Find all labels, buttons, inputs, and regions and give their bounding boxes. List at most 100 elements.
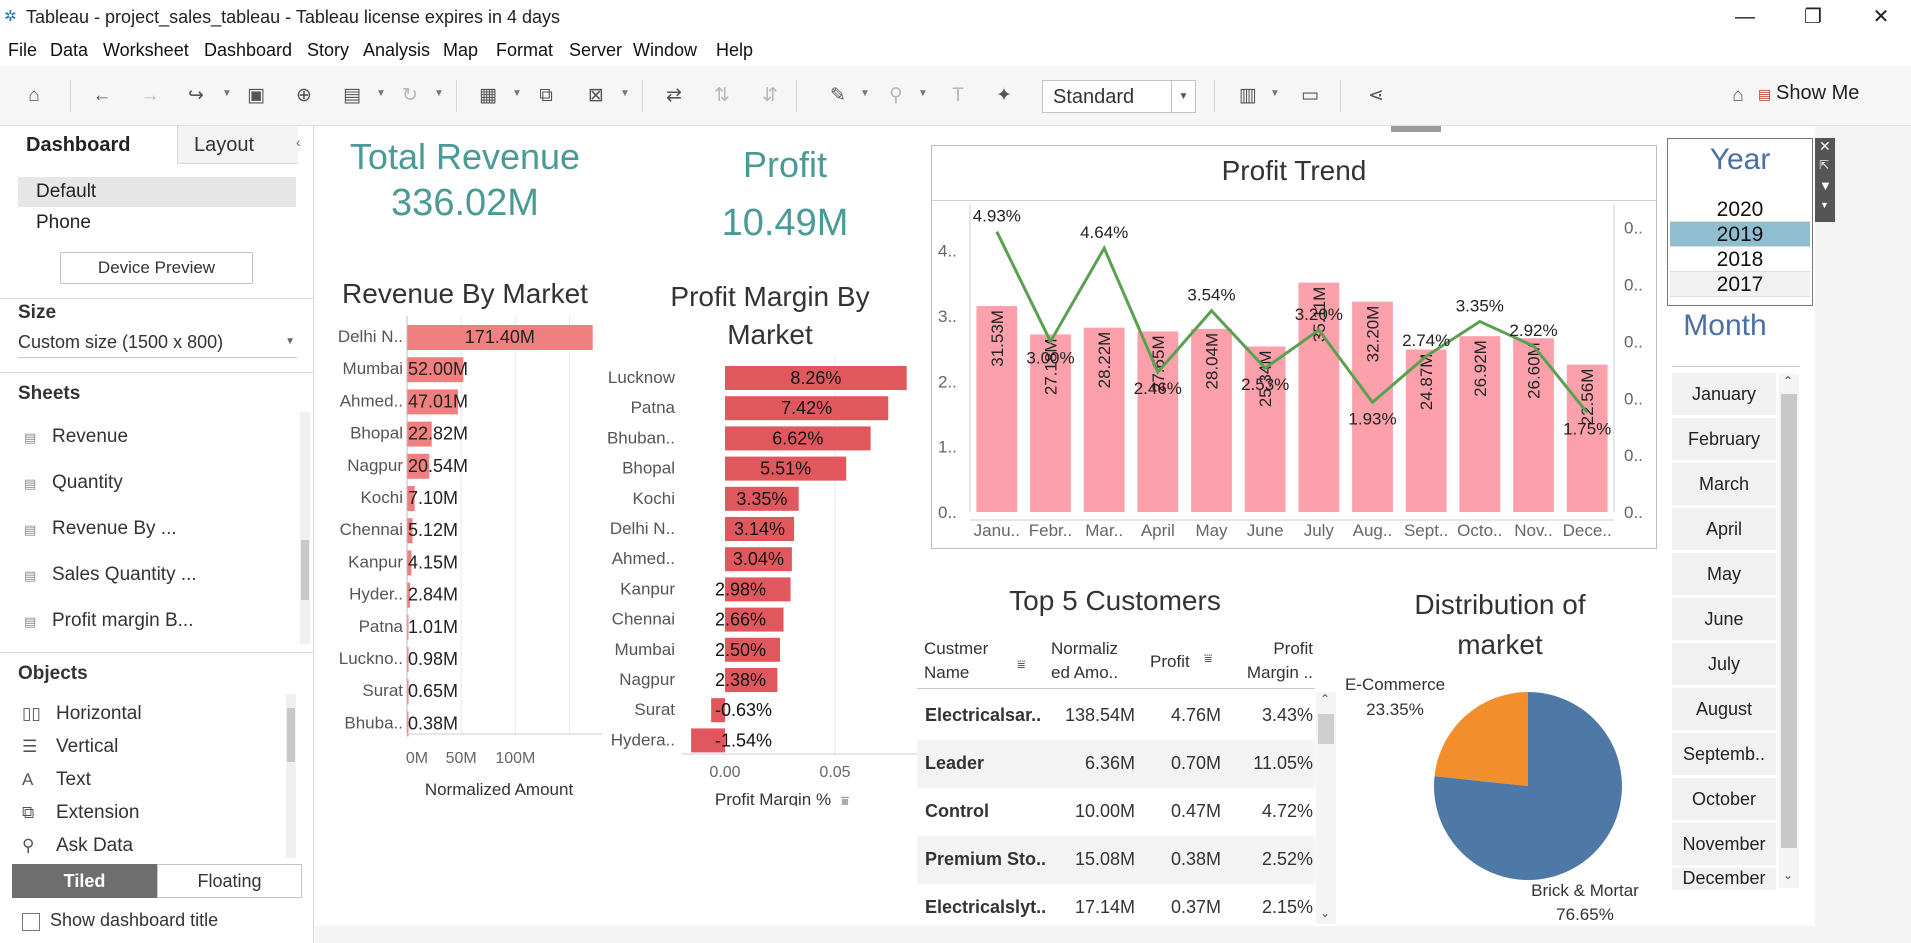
sheets-scrollbar[interactable] [300,412,310,644]
month-option[interactable]: October [1672,778,1776,820]
sort-descending-icon[interactable]: ⇵ [758,84,782,108]
redo-icon[interactable]: → [138,84,162,108]
highlight-icon[interactable]: ✎ [826,84,850,108]
scrollbar-thumb[interactable] [1781,394,1797,848]
scroll-up-icon[interactable]: ⌃ [1320,692,1330,706]
distribution-pie-chart[interactable]: E-Commerce 23.35% Brick & Mortar 76.65% [1335,666,1655,926]
show-me-icon[interactable]: ▤ [1758,86,1772,102]
sort-icon[interactable]: ⩸ [1204,650,1213,667]
chevron-down-icon[interactable]: ▼ [1270,88,1280,99]
sheet-quantity[interactable]: ▤ Quantity [24,468,123,498]
chevron-down-icon[interactable]: ▼ [918,88,928,99]
table-row[interactable]: Electricalslyt.. 17.14M 0.37M 2.15% [917,884,1315,924]
table-scrollbar[interactable]: ⌃ ⌄ [1316,692,1336,924]
scroll-down-icon[interactable]: ⌄ [1320,906,1330,920]
device-phone[interactable]: Phone [18,208,296,238]
restore-button[interactable]: ❐ [1784,2,1842,32]
object-vertical[interactable]: ☰ Vertical [22,733,118,761]
scroll-down-icon[interactable]: ⌄ [1783,868,1793,882]
menu-worksheet[interactable]: Worksheet [103,40,189,61]
new-datasource-icon[interactable]: ⊕ [292,84,316,108]
clear-sheet-icon[interactable]: ⊠ [584,84,608,108]
table-row[interactable]: Leader 6.36M 0.70M 11.05% [917,740,1315,788]
object-text[interactable]: A Text [22,766,91,794]
year-option[interactable]: 2018 [1670,247,1810,272]
fix-axes-icon[interactable]: ✦ [992,84,1016,108]
show-labels-icon[interactable]: T [946,84,970,108]
menu-analysis[interactable]: Analysis [363,40,430,61]
replay-icon[interactable]: ↪ [184,84,208,108]
table-row[interactable]: Electricalsar.. 138.54M 4.76M 3.43% [917,692,1315,740]
menu-file[interactable]: File [8,40,37,61]
year-option[interactable]: 2017 [1670,272,1810,297]
tab-dashboard[interactable]: Dashboard [0,126,178,164]
tiled-button[interactable]: Tiled [12,864,157,898]
month-option[interactable]: July [1672,643,1776,685]
chevron-down-icon[interactable]: ▼ [376,88,386,99]
sheet-profit-margin[interactable]: ▤ Profit margin B... [24,606,194,636]
close-window-button[interactable]: ✕ [1852,2,1910,32]
month-option[interactable]: June [1672,598,1776,640]
chevron-down-icon[interactable]: ▼ [620,88,630,99]
month-option[interactable]: November [1672,823,1776,865]
month-option[interactable]: May [1672,553,1776,595]
menu-server[interactable]: Server [569,40,622,61]
scrollbar-thumb[interactable] [301,540,309,600]
revenue-by-market-chart[interactable]: Delhi N.. 171.40M Mumbai 52.00M Ahmed.. 47.01… [315,316,615,796]
scrollbar-thumb[interactable] [1318,714,1334,744]
chevron-down-icon[interactable]: ▼ [222,88,232,99]
sheet-revenue[interactable]: ▤ Revenue [24,422,128,452]
undo-icon[interactable]: ← [90,84,114,108]
month-option[interactable]: December [1672,868,1776,890]
menu-format[interactable]: Format [496,40,553,61]
presentation-mode-icon[interactable]: ▭ [1298,84,1322,108]
show-me-button[interactable]: Show Me [1776,82,1859,105]
chevron-down-icon[interactable]: ▼ [512,88,522,99]
filter-icon[interactable]: ▼ [1819,178,1832,193]
format-painter-icon[interactable]: ⌂ [1726,84,1750,108]
size-select[interactable]: Custom size (1500 x 800) ▼ [18,328,297,358]
tab-layout[interactable]: Layout [178,126,298,164]
menu-story[interactable]: Story [307,40,349,61]
floating-drag-handle[interactable] [1391,126,1441,132]
new-worksheet-icon[interactable]: ▦ [476,84,500,108]
object-horizontal[interactable]: ▯▯ Horizontal [22,700,142,728]
scroll-up-icon[interactable]: ⌃ [1783,374,1793,388]
menu-help[interactable]: Help [716,40,753,61]
month-option[interactable]: April [1672,508,1776,550]
object-ask-data[interactable]: ⚲ Ask Data [22,832,133,860]
more-options-icon[interactable]: ▼ [1820,200,1829,210]
group-icon[interactable]: ⚲ [884,84,908,108]
fit-mode-select[interactable]: Standard ▼ [1042,80,1196,113]
table-row[interactable]: Control 10.00M 0.47M 4.72% [917,788,1315,836]
device-preview-button[interactable]: Device Preview [60,252,253,284]
swap-axes-icon[interactable]: ⇄ [662,84,686,108]
month-option[interactable]: August [1672,688,1776,730]
refresh-icon[interactable]: ↻ [398,84,422,108]
menu-map[interactable]: Map [443,40,478,61]
scrollbar-thumb[interactable] [287,708,295,762]
table-row[interactable]: Premium Sto.. 15.08M 0.38M 2.52% [917,836,1315,884]
month-option[interactable]: March [1672,463,1776,505]
objects-scrollbar[interactable] [286,694,296,858]
show-cards-icon[interactable]: ▥ [1236,84,1260,108]
sort-icon[interactable]: ⩸ [1017,656,1026,673]
chevron-down-icon[interactable]: ▼ [860,88,870,99]
month-option[interactable]: January [1672,373,1776,415]
sort-ascending-icon[interactable]: ⇅ [710,84,734,108]
profit-trend-chart[interactable]: 0.. 1.. 2.. 3.. 4.. 0.. 0.. 0.. 0.. 0.. 0.. 31.53M J… [932,201,1656,549]
pause-updates-icon[interactable]: ▤ [340,84,364,108]
chevron-down-icon[interactable]: ▼ [285,328,295,356]
month-option[interactable]: February [1672,418,1776,460]
profit-margin-chart[interactable]: Lucknow 8.26% Patna 7.42% Bhuban.. 6.62% Bhopa… [585,356,925,806]
month-option[interactable]: Septemb.. [1672,733,1776,775]
menu-window[interactable]: Window [633,40,697,61]
minimize-button[interactable]: — [1716,2,1774,32]
floating-button[interactable]: Floating [157,864,302,898]
collapse-pane-icon[interactable]: ‹ [296,134,301,150]
show-title-checkbox[interactable] [22,913,40,931]
menu-data[interactable]: Data [50,40,88,61]
chevron-down-icon[interactable]: ▼ [1171,81,1195,112]
device-default[interactable]: Default [18,177,296,207]
duplicate-icon[interactable]: ⧉ [534,84,558,108]
